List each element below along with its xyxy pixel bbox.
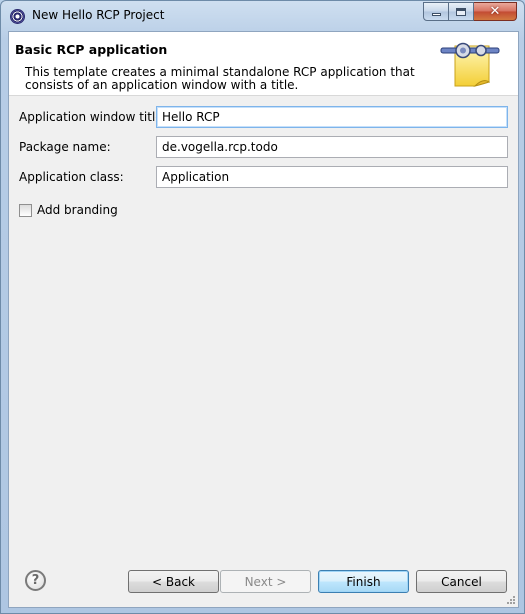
close-icon: ✕ [489, 4, 501, 19]
next-button[interactable]: Next > [220, 570, 311, 593]
application-class-field[interactable]: Application [156, 166, 508, 188]
help-icon[interactable]: ? [25, 570, 46, 591]
window-title-field[interactable]: Hello RCP [156, 106, 508, 128]
window-title-row: Application window title: Hello RCP [9, 106, 518, 128]
finish-button[interactable]: Finish [318, 570, 409, 593]
wizard-footer: ? < Back Next > Finish Cancel [9, 559, 518, 599]
wizard-window: New Hello RCP Project ✕ Basic RCP applic… [0, 0, 525, 614]
package-name-row: Package name: de.vogella.rcp.todo [9, 136, 518, 158]
window-title-label: Application window title: [19, 110, 167, 124]
close-button[interactable]: ✕ [474, 2, 517, 21]
package-name-label: Package name: [19, 140, 111, 154]
package-name-field[interactable]: de.vogella.rcp.todo [156, 136, 508, 158]
add-branding-label[interactable]: Add branding [37, 203, 118, 217]
minimize-icon [431, 13, 441, 16]
application-class-row: Application class: Application [9, 166, 518, 188]
window-title: New Hello RCP Project [32, 8, 165, 22]
resize-grip-icon[interactable] [506, 595, 516, 605]
page-description: This template creates a minimal standalo… [25, 65, 415, 92]
add-branding-option[interactable]: Add branding [19, 202, 118, 218]
title-bar[interactable]: New Hello RCP Project ✕ [1, 1, 524, 31]
page-title: Basic RCP application [15, 42, 168, 57]
add-branding-checkbox[interactable] [19, 203, 32, 217]
maximize-icon [456, 7, 466, 16]
window-controls: ✕ [423, 2, 517, 22]
application-class-label: Application class: [19, 170, 124, 184]
wizard-header: Basic RCP application This template crea… [9, 32, 518, 96]
cancel-button[interactable]: Cancel [416, 570, 507, 593]
minimize-button[interactable] [423, 2, 449, 21]
dialog-body: Basic RCP application This template crea… [8, 31, 519, 608]
eclipse-icon [10, 9, 25, 24]
back-button[interactable]: < Back [128, 570, 219, 593]
maximize-button[interactable] [449, 2, 474, 21]
plugin-wizard-icon [440, 42, 500, 87]
